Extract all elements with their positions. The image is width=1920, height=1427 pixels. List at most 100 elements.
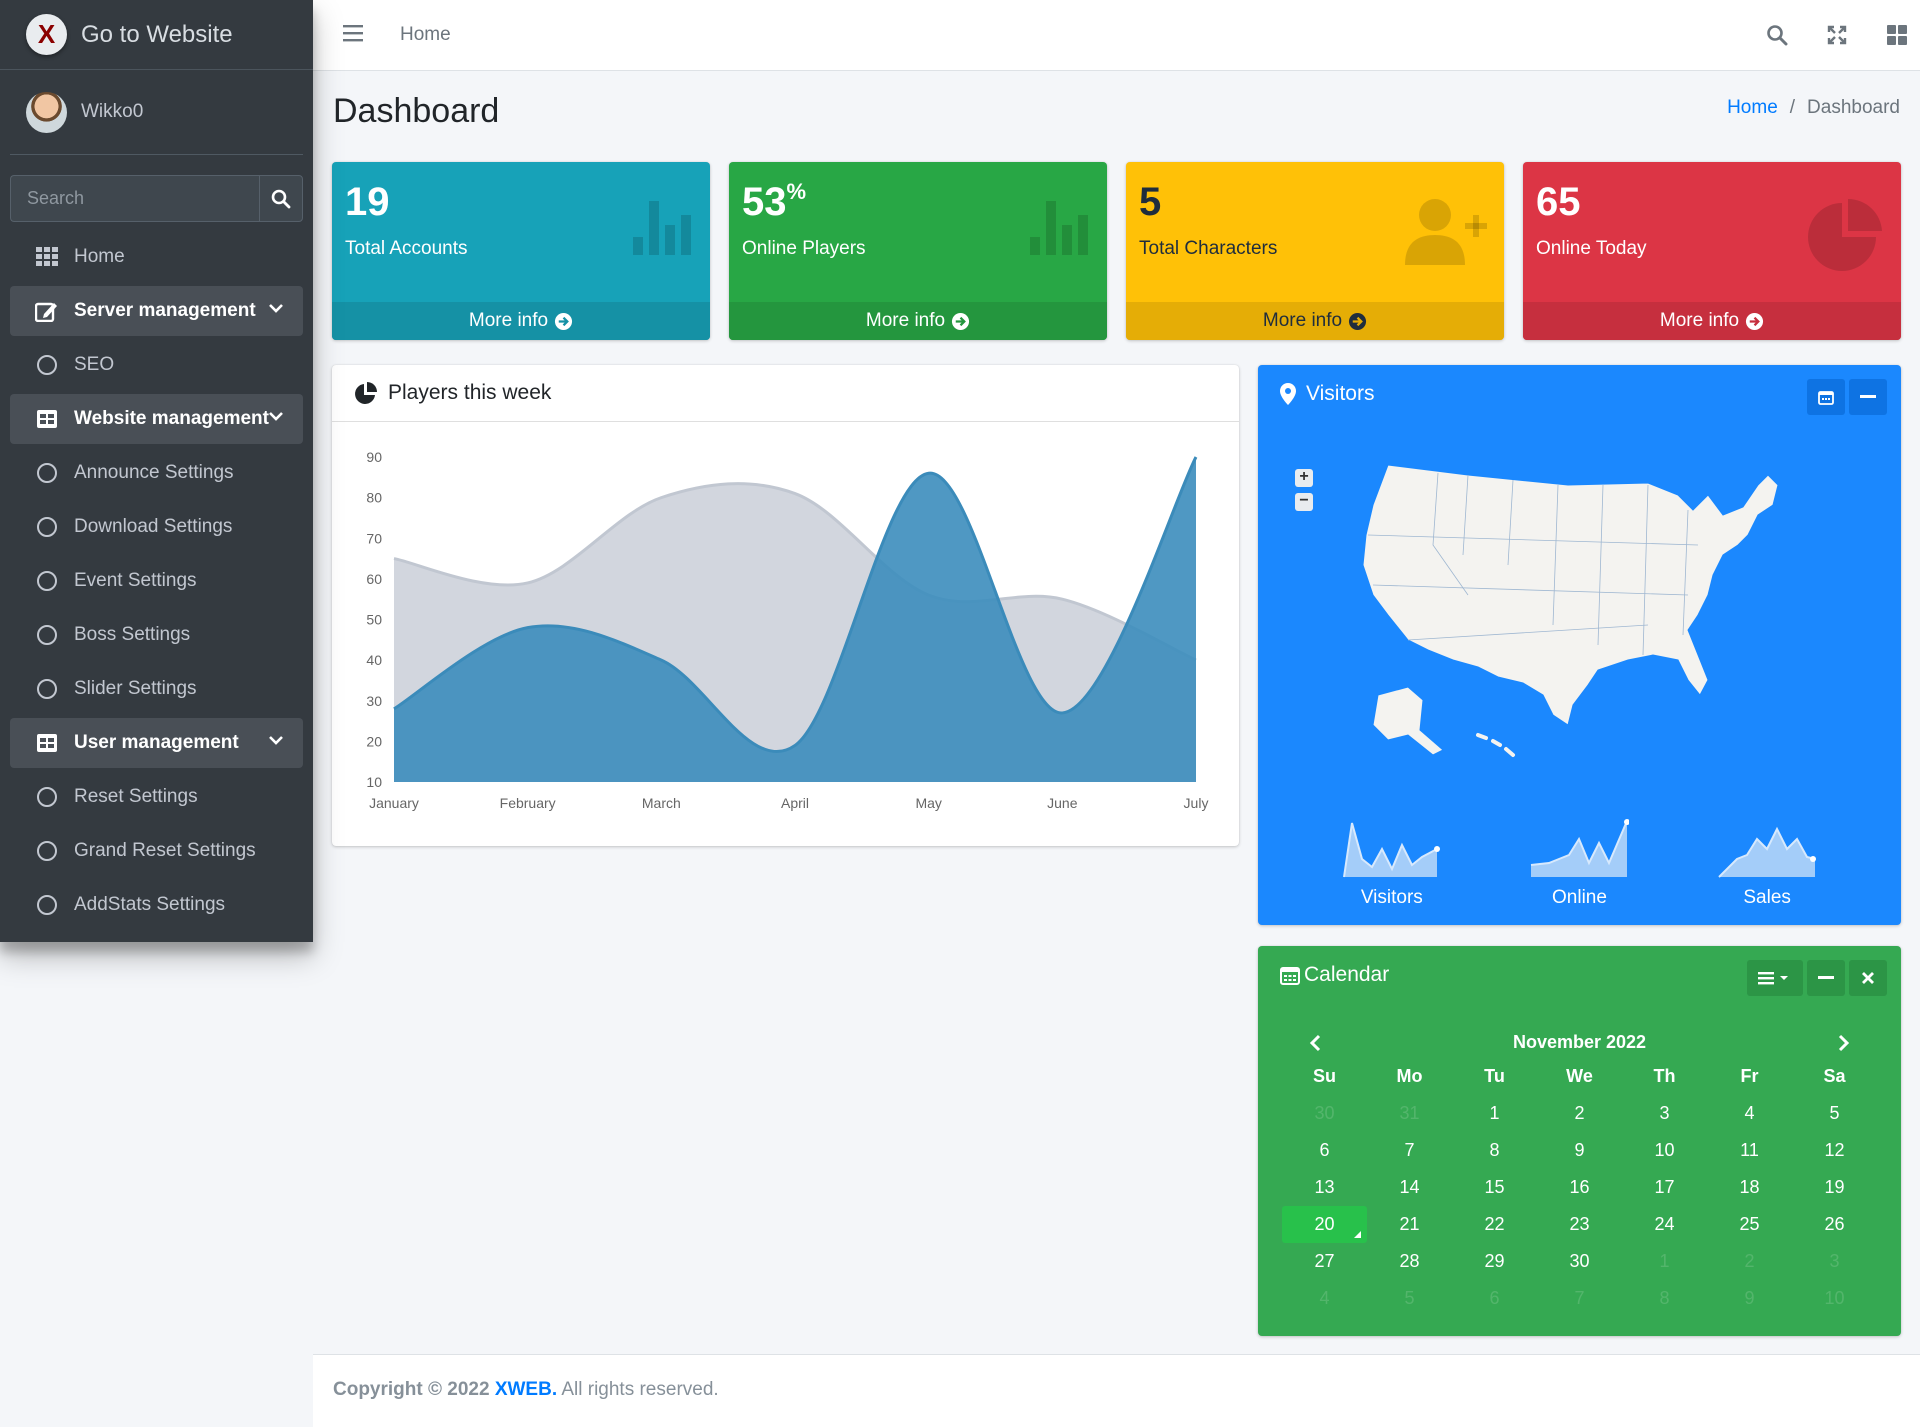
- grid-icon: [36, 247, 58, 266]
- more-info-link[interactable]: More info: [332, 302, 710, 340]
- sidebar-item-user-management[interactable]: User management: [10, 718, 303, 768]
- calendar-day[interactable]: 5: [1792, 1095, 1877, 1132]
- calendar-day[interactable]: 31: [1367, 1095, 1452, 1132]
- zoom-in-button[interactable]: +: [1295, 469, 1313, 487]
- more-info-link[interactable]: More info: [1126, 302, 1504, 340]
- circle-icon: [37, 625, 57, 645]
- hamburger-icon[interactable]: [343, 24, 363, 42]
- sidebar-item-announce-settings[interactable]: Announce Settings: [10, 448, 303, 498]
- user-panel[interactable]: Wikko0: [10, 70, 303, 155]
- calendar-day[interactable]: 14: [1367, 1169, 1452, 1206]
- weekday-label: Sa: [1823, 1066, 1846, 1086]
- search-button[interactable]: [259, 175, 303, 222]
- calendar-day[interactable]: 19: [1792, 1169, 1877, 1206]
- sidebar-item-label: Download Settings: [74, 516, 233, 537]
- visitors-card: Visitors + − Visitors Online Sales: [1258, 365, 1901, 925]
- sidebar-item-label: Announce Settings: [74, 462, 234, 483]
- chevron-left-icon[interactable]: [1308, 1034, 1322, 1052]
- calendar-day[interactable]: 2: [1537, 1095, 1622, 1132]
- calendar-day[interactable]: 9: [1707, 1280, 1792, 1317]
- fullscreen-button[interactable]: [1824, 22, 1850, 48]
- calendar-day[interactable]: 30: [1282, 1095, 1367, 1132]
- calendar-day[interactable]: 2: [1707, 1243, 1792, 1280]
- sidebar-item-event-settings[interactable]: Event Settings: [10, 556, 303, 606]
- card-header: Players this week: [332, 365, 1239, 422]
- calendar-day[interactable]: 17: [1622, 1169, 1707, 1206]
- calendar-day[interactable]: 7: [1537, 1280, 1622, 1317]
- th-large-icon: [1887, 25, 1907, 45]
- date-range-button[interactable]: [1807, 379, 1845, 415]
- more-info-link[interactable]: More info: [1523, 302, 1901, 340]
- chevron-down-icon[interactable]: [269, 303, 283, 313]
- calendar-day[interactable]: 1: [1622, 1243, 1707, 1280]
- calendar-day[interactable]: 30: [1537, 1243, 1622, 1280]
- calendar-day[interactable]: 11: [1707, 1132, 1792, 1169]
- sidebar-item-seo[interactable]: SEO: [10, 340, 303, 390]
- calendar-day[interactable]: 9: [1537, 1132, 1622, 1169]
- usa-map[interactable]: [1348, 455, 1828, 765]
- calendar-day[interactable]: 26: [1792, 1206, 1877, 1243]
- sidebar-item-grand-reset-settings[interactable]: Grand Reset Settings: [10, 826, 303, 876]
- calendar-day[interactable]: 8: [1452, 1132, 1537, 1169]
- calendar-day[interactable]: 16: [1537, 1169, 1622, 1206]
- calendar-day[interactable]: 8: [1622, 1280, 1707, 1317]
- calendar-day[interactable]: 10: [1622, 1132, 1707, 1169]
- calendar-day[interactable]: 10: [1792, 1280, 1877, 1317]
- remove-button[interactable]: [1849, 960, 1887, 996]
- sidebar-item-website-management[interactable]: Website management: [10, 394, 303, 444]
- calendar-day[interactable]: 28: [1367, 1243, 1452, 1280]
- sidebar-item-label: Slider Settings: [74, 678, 197, 699]
- calendar-day[interactable]: 4: [1282, 1280, 1367, 1317]
- calendar-day[interactable]: 29: [1452, 1243, 1537, 1280]
- navbar-search-button[interactable]: [1764, 22, 1790, 48]
- circle-icon: [37, 355, 57, 375]
- footer-brand-link[interactable]: XWEB.: [495, 1379, 557, 1400]
- card-header: Visitors: [1258, 365, 1901, 422]
- sidebar-item-download-settings[interactable]: Download Settings: [10, 502, 303, 552]
- calendar-day[interactable]: 12: [1792, 1132, 1877, 1169]
- calendar-day[interactable]: 20: [1282, 1206, 1367, 1243]
- zoom-out-button[interactable]: −: [1295, 493, 1313, 511]
- more-info-link[interactable]: More info: [729, 302, 1107, 340]
- user-name[interactable]: Wikko0: [81, 101, 143, 123]
- calendar-day[interactable]: 7: [1367, 1132, 1452, 1169]
- calendar-day[interactable]: 6: [1282, 1132, 1367, 1169]
- calendar-day[interactable]: 6: [1452, 1280, 1537, 1317]
- chevron-down-icon[interactable]: [269, 411, 283, 421]
- calendar-day[interactable]: 21: [1367, 1206, 1452, 1243]
- calendar-day[interactable]: 15: [1452, 1169, 1537, 1206]
- sidebar-item-server-management[interactable]: Server management: [10, 286, 303, 336]
- y-tick-label: 70: [366, 530, 382, 546]
- calendar-day[interactable]: 18: [1707, 1169, 1792, 1206]
- sidebar-item-slider-settings[interactable]: Slider Settings: [10, 664, 303, 714]
- sparkline-chart: [1342, 822, 1440, 878]
- calendar-day[interactable]: 5: [1367, 1280, 1452, 1317]
- sidebar-item-reset-settings[interactable]: Reset Settings: [10, 772, 303, 822]
- calendar-day[interactable]: 3: [1622, 1095, 1707, 1132]
- chevron-right-icon[interactable]: [1837, 1034, 1851, 1052]
- collapse-button[interactable]: [1849, 379, 1887, 415]
- calendar-day[interactable]: 22: [1452, 1206, 1537, 1243]
- control-sidebar-button[interactable]: [1884, 22, 1910, 48]
- search-input[interactable]: [10, 175, 259, 222]
- chevron-down-icon[interactable]: [269, 735, 283, 745]
- brand-link[interactable]: X Go to Website: [0, 0, 313, 70]
- calendar-day[interactable]: 27: [1282, 1243, 1367, 1280]
- calendar-day[interactable]: 13: [1282, 1169, 1367, 1206]
- breadcrumb-home-link[interactable]: Home: [1727, 97, 1778, 119]
- top-nav-home-link[interactable]: Home: [400, 24, 451, 46]
- sidebar-item-home[interactable]: Home: [10, 232, 303, 282]
- sidebar-search: [10, 175, 303, 222]
- calendar-day[interactable]: 25: [1707, 1206, 1792, 1243]
- collapse-button[interactable]: [1807, 960, 1845, 996]
- calendar-day[interactable]: 4: [1707, 1095, 1792, 1132]
- calendar-day[interactable]: 23: [1537, 1206, 1622, 1243]
- calendar-menu-button[interactable]: [1747, 960, 1803, 996]
- calendar-day[interactable]: 3: [1792, 1243, 1877, 1280]
- sidebar-item-boss-settings[interactable]: Boss Settings: [10, 610, 303, 660]
- calendar-day[interactable]: 24: [1622, 1206, 1707, 1243]
- sidebar-item-addstats-settings[interactable]: AddStats Settings: [10, 880, 303, 930]
- y-tick-label: 90: [366, 449, 382, 465]
- calendar-day[interactable]: 1: [1452, 1095, 1537, 1132]
- calendar-month-title[interactable]: November 2022: [1513, 1032, 1646, 1053]
